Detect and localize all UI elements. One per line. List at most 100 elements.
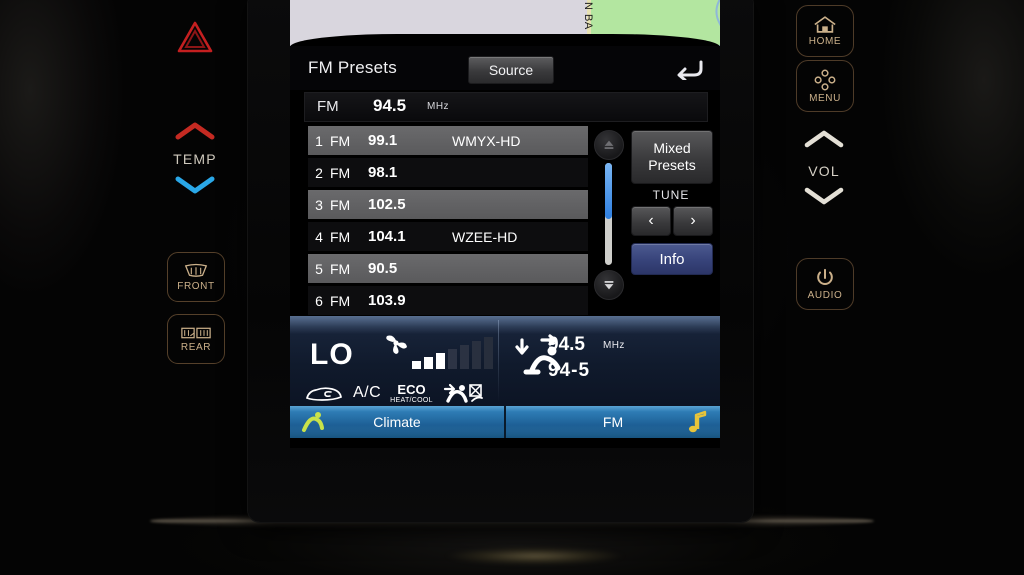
tab-fm[interactable]: FM — [506, 406, 720, 438]
preset-number: 2 — [315, 164, 323, 181]
menu-button[interactable]: MENU — [796, 60, 854, 112]
audio-power-button[interactable]: AUDIO — [796, 258, 854, 310]
hazard-button[interactable] — [176, 20, 214, 54]
bottom-tab-bar: Climate FM — [290, 406, 720, 438]
console-glow — [420, 545, 650, 567]
current-frequency: 94.5 — [373, 96, 407, 115]
temp-label: TEMP — [173, 151, 217, 167]
preset-band: FM — [330, 164, 351, 181]
preset-station-name: WZEE-HD — [452, 228, 518, 245]
scroll-up-icon — [604, 140, 614, 149]
rear-defrost-icon — [181, 327, 211, 339]
now-playing-frequency: 94.5 — [548, 334, 585, 355]
now-playing-station: 94-5 — [548, 360, 591, 381]
tab-climate-label: Climate — [373, 414, 421, 430]
climate-icon-row: A/C ECO HEAT/COOL — [304, 380, 488, 406]
preset-band: FM — [330, 228, 351, 245]
branding-strip: gracenote ((XM)) HD Radio 17094 — [290, 446, 720, 448]
home-icon — [814, 16, 836, 33]
climate-temperature: LO — [310, 338, 354, 371]
climate-panel-divider — [498, 320, 499, 402]
menu-label: MENU — [809, 92, 841, 104]
tune-next-button[interactable]: › — [673, 206, 713, 236]
back-button[interactable] — [672, 56, 706, 82]
tune-label: TUNE — [652, 188, 690, 202]
eco-label: ECO — [397, 381, 426, 397]
volume-label: VOL — [808, 163, 840, 179]
preset-frequency: 99.1 — [368, 132, 398, 149]
scrollbar-track[interactable] — [605, 163, 612, 265]
preset-frequency: 98.1 — [368, 164, 398, 181]
now-playing-unit: MHz — [603, 340, 625, 351]
preset-number: 6 — [315, 292, 323, 309]
mixed-presets-button[interactable]: Mixed Presets — [631, 130, 713, 184]
tab-fm-label: FM — [602, 414, 624, 430]
volume-up-chevron-icon — [804, 130, 844, 148]
tab-climate[interactable]: Climate — [290, 406, 506, 438]
left-trim-highlight — [0, 0, 140, 575]
table-row[interactable]: 6 FM 103.9 — [308, 286, 588, 315]
preset-band: FM — [330, 132, 351, 149]
rear-defrost-label: REAR — [180, 342, 212, 353]
eco-indicator[interactable]: ECO HEAT/COOL — [390, 383, 433, 404]
preset-list: 1 FM 99.1 WMYX-HD 2 FM 98.1 3 FM 102.5 4… — [308, 126, 588, 315]
temperature-control-group: TEMP — [160, 120, 230, 196]
seat-climate-icon — [302, 412, 324, 432]
volume-control-group: VOL — [790, 128, 858, 212]
scroll-down-icon — [604, 281, 614, 290]
home-button[interactable]: HOME — [796, 5, 854, 57]
preset-frequency: 103.9 — [368, 292, 406, 309]
table-row[interactable]: 4 FM 104.1 WZEE-HD — [308, 222, 588, 251]
climate-status-panel[interactable]: LO A/C ECO HEAT/COOL 94.5 MHz 94-5 — [290, 316, 720, 406]
back-arrow-icon — [677, 60, 703, 80]
front-defrost-button[interactable]: FRONT — [167, 252, 225, 302]
preset-number: 4 — [315, 228, 323, 245]
eco-sublabel: HEAT/COOL — [390, 396, 433, 404]
table-row[interactable]: 5 FM 90.5 — [308, 254, 588, 283]
map-view[interactable]: N BA — [290, 0, 720, 46]
source-button[interactable]: Source — [468, 56, 554, 84]
page-title: FM Presets — [308, 58, 397, 77]
current-frequency-bar: FM 94.5 MHz — [304, 92, 708, 122]
rear-defrost-button[interactable]: REAR — [167, 314, 225, 364]
preset-number: 1 — [315, 132, 323, 149]
ac-label[interactable]: A/C — [353, 384, 381, 402]
fan-speed-indicator — [386, 335, 493, 369]
current-frequency-unit: MHz — [427, 101, 450, 112]
front-defrost-label: FRONT — [177, 280, 215, 292]
power-icon — [817, 268, 833, 285]
temp-up-button[interactable] — [173, 120, 217, 142]
menu-dots-icon — [814, 69, 836, 90]
scrollbar-thumb[interactable] — [605, 163, 612, 220]
volume-up-button[interactable] — [790, 128, 858, 155]
preset-band: FM — [330, 260, 351, 277]
map-street-label: N BA — [582, 2, 594, 30]
audio-label: AUDIO — [807, 289, 843, 301]
table-row[interactable]: 3 FM 102.5 — [308, 190, 588, 219]
current-band: FM — [317, 98, 339, 115]
now-playing-display[interactable]: 94.5 MHz 94-5 — [508, 316, 720, 406]
seat-airflow-off-icon[interactable] — [442, 383, 488, 403]
map-bottom-fade — [290, 34, 720, 46]
volume-down-button[interactable] — [790, 185, 858, 212]
preset-number: 5 — [315, 260, 323, 277]
info-button[interactable]: Info — [631, 243, 713, 275]
preset-scrollbar[interactable] — [594, 130, 626, 300]
scroll-down-button[interactable] — [594, 270, 624, 300]
music-note-icon — [689, 410, 707, 433]
recirculate-icon[interactable] — [304, 384, 344, 402]
preset-station-name: WMYX-HD — [452, 132, 521, 149]
front-defrost-icon — [184, 263, 208, 277]
fan-icon — [386, 335, 407, 354]
temp-down-button[interactable] — [173, 174, 217, 196]
scroll-up-button[interactable] — [594, 130, 624, 160]
tune-prev-button[interactable]: ‹ — [631, 206, 671, 236]
home-label: HOME — [808, 36, 842, 47]
mixed-presets-line2: Presets — [648, 157, 696, 173]
table-row[interactable]: 1 FM 99.1 WMYX-HD — [308, 126, 588, 155]
preset-number: 3 — [315, 196, 323, 213]
mixed-presets-line1: Mixed — [653, 140, 691, 156]
preset-band: FM — [330, 196, 351, 213]
table-row[interactable]: 2 FM 98.1 — [308, 158, 588, 187]
screen-header: FM Presets Source — [290, 46, 720, 90]
